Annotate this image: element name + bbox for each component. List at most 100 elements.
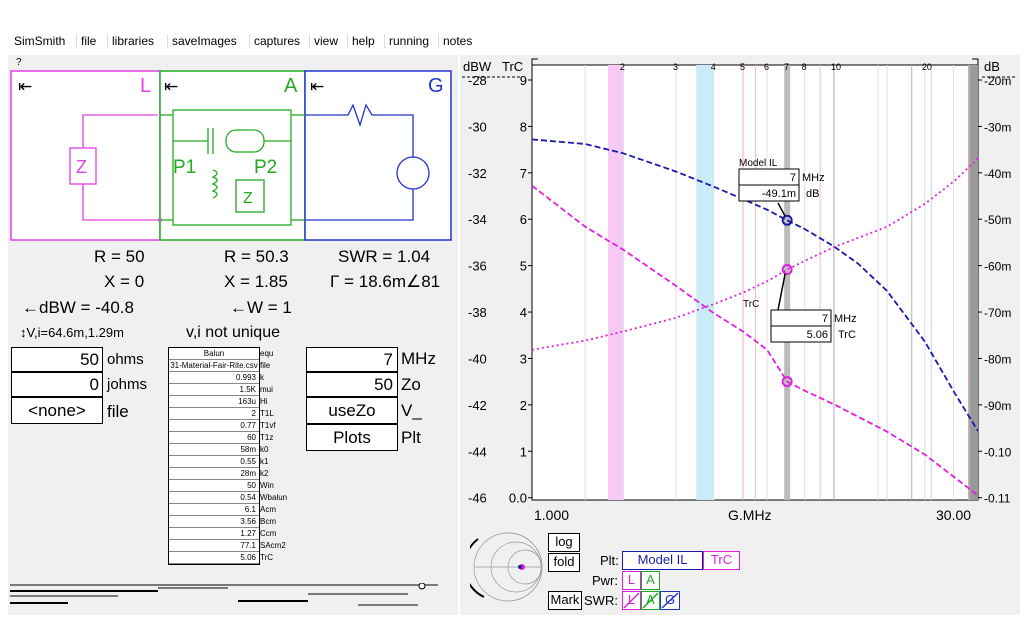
model-il-plot-button[interactable]: Model IL bbox=[622, 551, 703, 570]
balun-row-value[interactable]: 0.77 bbox=[169, 420, 259, 432]
cursor-band bbox=[784, 65, 791, 500]
balun-row-value[interactable]: 1.5K bbox=[169, 384, 259, 396]
plot-area[interactable] bbox=[531, 64, 979, 501]
top-tick-label: 8 bbox=[802, 62, 807, 72]
generator-block-label: G bbox=[428, 75, 444, 97]
plots-select[interactable]: Plots bbox=[306, 424, 398, 451]
balun-row-value[interactable]: 3.56 bbox=[169, 516, 259, 528]
trc-tick-label: 8 bbox=[520, 119, 527, 134]
balun-row-value[interactable]: 0.54 bbox=[169, 492, 259, 504]
reactance-unit: johms bbox=[107, 376, 148, 393]
menu-notes[interactable]: notes bbox=[438, 34, 476, 48]
balun-row-label: Acm bbox=[260, 505, 276, 514]
model-il-db-unit: dB bbox=[806, 188, 819, 200]
balun-row-value[interactable]: 77.1 bbox=[169, 540, 259, 552]
db-tick-label: -40m bbox=[984, 167, 1011, 181]
swr-label: SWR: bbox=[584, 593, 618, 608]
menu-libraries[interactable]: libraries bbox=[107, 34, 158, 48]
balun-row-label: k0 bbox=[260, 445, 269, 454]
balun-row-value[interactable]: 50 bbox=[169, 480, 259, 492]
trc-tick-label: 4 bbox=[520, 305, 527, 320]
dbw-tick-label: -34 bbox=[468, 212, 487, 227]
balun-row-value[interactable]: 28m bbox=[169, 468, 259, 480]
dbw-tick-label: -28 bbox=[468, 73, 487, 88]
balun-impedance-icon: Z bbox=[243, 190, 253, 207]
trc-tick-label: 9 bbox=[520, 73, 527, 88]
balun-row-value[interactable]: 1.27 bbox=[169, 528, 259, 540]
help-mark[interactable]: ? bbox=[16, 57, 22, 68]
fold-toggle[interactable]: fold bbox=[548, 553, 580, 572]
top-tick-label: 3 bbox=[673, 62, 678, 72]
trc-callout-title: TrC bbox=[743, 299, 759, 310]
load-file-input[interactable]: <none> bbox=[11, 397, 103, 424]
balun-row-value[interactable]: 58m bbox=[169, 444, 259, 456]
top-tick-label: 20 bbox=[922, 62, 932, 72]
balun-row-value[interactable]: 0.993 bbox=[169, 372, 259, 384]
dbw-tick-label: -40 bbox=[468, 351, 487, 366]
gamma-readout: Γ = 18.6m∠81 bbox=[330, 272, 441, 291]
log-toggle[interactable]: log bbox=[548, 533, 580, 552]
adapter-arrow-icon[interactable]: ⇤ bbox=[164, 77, 178, 97]
db-tick-label: -0.11 bbox=[984, 492, 1011, 506]
dbw-tick-label: -36 bbox=[468, 259, 487, 274]
load-block-label: L bbox=[140, 75, 152, 97]
balun-row-value[interactable]: 5.06 bbox=[169, 552, 259, 564]
balun-row-value[interactable]: 31-Material-Fair-Rite.csv bbox=[169, 360, 259, 372]
db-tick-label: -50m bbox=[984, 213, 1011, 227]
smith-chart-thumbnail[interactable] bbox=[470, 527, 546, 607]
balun-parameter-table: Balun 31-Material-Fair-Rite.csv 0.993 1.5K 1… bbox=[168, 347, 260, 565]
svg-text:Z: Z bbox=[76, 157, 87, 177]
menu-saveimages[interactable]: saveImages bbox=[167, 34, 241, 48]
swr-readout: SWR = 1.04 bbox=[338, 247, 431, 266]
generator-arrow-icon[interactable]: ⇤ bbox=[310, 77, 324, 97]
balun-row-label: T1z bbox=[260, 433, 274, 442]
db-tick-label: -30m bbox=[984, 120, 1011, 134]
balun-row-value[interactable]: 6.1 bbox=[169, 504, 259, 516]
load-impedance-icon: Z bbox=[76, 157, 87, 177]
pwr-load-toggle[interactable]: L bbox=[622, 571, 641, 590]
menu-captures[interactable]: captures bbox=[249, 34, 304, 48]
pwr-label: Pwr: bbox=[592, 573, 618, 588]
balun-row-value[interactable]: Balun bbox=[169, 348, 259, 360]
balun-row-value[interactable]: 60 bbox=[169, 432, 259, 444]
db-axis-title: dB bbox=[984, 59, 1000, 74]
voltage-mode-select[interactable]: useZo bbox=[306, 397, 398, 424]
trc-tick-label: 7 bbox=[520, 166, 527, 181]
top-tick-label: 7 bbox=[784, 62, 789, 72]
dbw-axis-title: dBW bbox=[463, 59, 492, 74]
dbw-tick-label: -38 bbox=[468, 305, 487, 320]
menu-simsmith[interactable]: SimSmith bbox=[10, 34, 69, 48]
balun-row-value[interactable]: 163u bbox=[169, 396, 259, 408]
band-160m bbox=[608, 65, 624, 500]
balun-row-label: k1 bbox=[260, 457, 269, 466]
port1-label: P1 bbox=[173, 157, 197, 178]
trc-plot-button[interactable]: TrC bbox=[703, 551, 740, 570]
pwr-adapter-toggle[interactable]: A bbox=[641, 571, 660, 590]
resistance-input[interactable]: 50 bbox=[11, 347, 103, 372]
db-tick-label: -0.10 bbox=[984, 445, 1012, 459]
frequency-chart[interactable]: 2 3 4 5 6 7 8 10 20 -28 9 -20m -30 8 -30m -32 7 -40m -34 6 -… bbox=[460, 55, 1020, 525]
db-tick-label: -90m bbox=[984, 399, 1011, 413]
balun-row-label: mui bbox=[260, 385, 273, 394]
menu-view[interactable]: view bbox=[309, 34, 342, 48]
balun-row-value[interactable]: 2 bbox=[169, 408, 259, 420]
reactance-input[interactable]: 0 bbox=[11, 372, 103, 397]
trc-tick-label: 6 bbox=[520, 212, 527, 227]
balun-row-value[interactable]: 0.55 bbox=[169, 456, 259, 468]
menu-file[interactable]: file bbox=[76, 34, 100, 48]
menu-help[interactable]: help bbox=[347, 34, 379, 48]
balun-row-label: Hi bbox=[260, 397, 268, 406]
plt-label: Plt: bbox=[600, 553, 619, 568]
model-il-callout-title: Model IL bbox=[739, 158, 778, 169]
trc-axis-title: TrC bbox=[502, 59, 524, 74]
trc-freq-unit: MHz bbox=[834, 313, 857, 325]
mark-button[interactable]: Mark bbox=[548, 591, 582, 610]
x-axis-title: G.MHz bbox=[728, 507, 772, 523]
top-corner-mark bbox=[531, 58, 538, 65]
adapter-block-label: A bbox=[284, 75, 298, 97]
zo-input[interactable]: 50 bbox=[306, 372, 398, 397]
frequency-input[interactable]: 7 bbox=[306, 347, 398, 372]
plots-unit: Plt bbox=[401, 428, 421, 447]
menu-running[interactable]: running bbox=[384, 34, 433, 48]
load-arrow-icon[interactable]: ⇤ bbox=[18, 77, 32, 97]
